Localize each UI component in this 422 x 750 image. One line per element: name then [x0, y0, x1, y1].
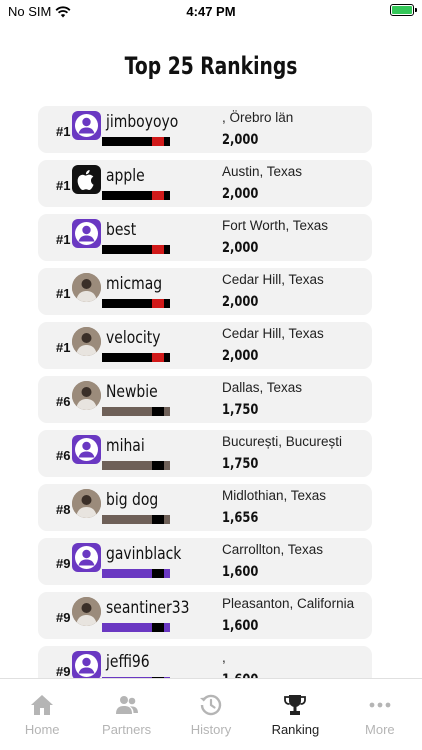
- skill-bar: [102, 245, 170, 254]
- user-avatar-icon[interactable]: [72, 219, 101, 248]
- skill-bar: [102, 569, 170, 578]
- user-location: ,: [222, 650, 226, 665]
- ranking-row[interactable]: #1 velocity Cedar Hill, Texas 2,000: [38, 322, 372, 369]
- username[interactable]: gavinblack: [106, 544, 181, 564]
- username[interactable]: Newbie: [106, 382, 158, 402]
- user-location: , Örebro län: [222, 110, 294, 125]
- user-points: 2,000: [222, 132, 259, 148]
- ranking-row[interactable]: #1 jimboyoyo , Örebro län 2,000: [38, 106, 372, 153]
- skill-bar: [102, 515, 170, 524]
- tab-history[interactable]: History: [169, 679, 253, 750]
- username[interactable]: big dog: [106, 490, 158, 510]
- rank-number: #1: [56, 232, 71, 247]
- user-location: Dallas, Texas: [222, 380, 303, 395]
- rank-number: #1: [56, 124, 71, 139]
- rank-number: #9: [56, 664, 71, 678]
- rank-number: #9: [56, 610, 71, 625]
- username[interactable]: best: [106, 220, 136, 240]
- page-title: Top 25 Rankings: [124, 52, 298, 80]
- tab-partners-label: Partners: [102, 722, 152, 737]
- rank-number: #6: [56, 394, 71, 409]
- tab-ranking-label: Ranking: [271, 722, 320, 737]
- ranking-row[interactable]: #9 seantiner33 Pleasanton, California 1,600: [38, 592, 372, 639]
- tab-home-label: Home: [24, 722, 60, 737]
- user-location: Austin, Texas: [222, 164, 303, 179]
- user-points: 1,750: [222, 456, 259, 472]
- username[interactable]: micmag: [106, 274, 162, 294]
- skill-bar: [102, 299, 170, 308]
- status-bar: No SIM 4:47 PM: [0, 0, 422, 22]
- ellipsis-icon: [369, 702, 391, 708]
- apple-logo-icon[interactable]: [72, 165, 101, 194]
- ranking-row[interactable]: #1 best Fort Worth, Texas 2,000: [38, 214, 372, 261]
- username[interactable]: jimboyoyo: [106, 112, 178, 132]
- skill-bar: [102, 461, 170, 470]
- tab-more-label: More: [365, 722, 395, 737]
- username[interactable]: velocity: [106, 328, 160, 348]
- rank-number: #9: [56, 556, 71, 571]
- tab-history-label: History: [190, 722, 232, 737]
- clock: 4:47 PM: [186, 4, 236, 19]
- username[interactable]: mihai: [106, 436, 145, 456]
- username[interactable]: apple: [106, 166, 145, 186]
- user-location: București, București: [222, 434, 343, 449]
- user-photo-avatar[interactable]: [72, 273, 101, 302]
- rank-number: #1: [56, 286, 71, 301]
- ranking-row[interactable]: #1 micmag Cedar Hill, Texas 2,000: [38, 268, 372, 315]
- user-location: Pleasanton, California: [222, 596, 355, 611]
- rank-number: #1: [56, 340, 71, 355]
- people-icon: [115, 696, 138, 714]
- ranking-row[interactable]: #9 gavinblack Carrollton, Texas 1,600: [38, 538, 372, 585]
- user-location: Cedar Hill, Texas: [222, 272, 324, 287]
- rank-number: #8: [56, 502, 71, 517]
- user-points: 2,000: [222, 348, 259, 364]
- user-points: 1,600: [222, 564, 259, 580]
- house-icon: [31, 695, 54, 715]
- skill-bar: [102, 623, 170, 632]
- ranking-row[interactable]: #1 apple Austin, Texas 2,000: [38, 160, 372, 207]
- rank-number: #6: [56, 448, 71, 463]
- user-points: 2,000: [222, 186, 259, 202]
- user-avatar-icon[interactable]: [72, 543, 101, 572]
- username[interactable]: seantiner33: [106, 598, 189, 618]
- clock-history-icon: [200, 694, 222, 716]
- skill-bar: [102, 407, 170, 416]
- rankings-list[interactable]: #1 jimboyoyo , Örebro län 2,000 #1 apple Austi…: [0, 106, 422, 678]
- user-location: Fort Worth, Texas: [222, 218, 329, 233]
- tab-ranking[interactable]: Ranking: [253, 679, 337, 750]
- user-photo-avatar[interactable]: [72, 489, 101, 518]
- username[interactable]: jeffi96: [106, 652, 150, 672]
- user-points: 1,656: [222, 510, 259, 526]
- user-points: 2,000: [222, 294, 259, 310]
- ranking-row[interactable]: #6 mihai București, București 1,750: [38, 430, 372, 477]
- ranking-row[interactable]: #8 big dog Midlothian, Texas 1,656: [38, 484, 372, 531]
- user-location: Carrollton, Texas: [222, 542, 324, 557]
- user-photo-avatar[interactable]: [72, 327, 101, 356]
- user-avatar-icon[interactable]: [72, 111, 101, 140]
- tab-partners[interactable]: Partners: [84, 679, 168, 750]
- user-photo-avatar[interactable]: [72, 597, 101, 626]
- battery-icon: [390, 4, 417, 16]
- ranking-row[interactable]: #6 Newbie Dallas, Texas 1,750: [38, 376, 372, 423]
- skill-bar: [102, 191, 170, 200]
- tab-home[interactable]: Home: [0, 679, 84, 750]
- user-location: Midlothian, Texas: [222, 488, 327, 503]
- user-location: Cedar Hill, Texas: [222, 326, 324, 341]
- user-avatar-icon[interactable]: [72, 435, 101, 464]
- ranking-row[interactable]: #9jeffi96,1,600: [38, 646, 372, 678]
- user-points: 2,000: [222, 240, 259, 256]
- user-points: 1,750: [222, 402, 259, 418]
- tab-bar: Home Partners History Ranking More: [0, 678, 422, 750]
- trophy-icon: [284, 695, 307, 715]
- user-photo-avatar[interactable]: [72, 381, 101, 410]
- user-points: 1,600: [222, 618, 259, 634]
- skill-bar: [102, 137, 170, 146]
- tab-more[interactable]: More: [338, 679, 422, 750]
- rank-number: #1: [56, 178, 71, 193]
- skill-bar: [102, 353, 170, 362]
- user-avatar-icon[interactable]: [72, 651, 101, 678]
